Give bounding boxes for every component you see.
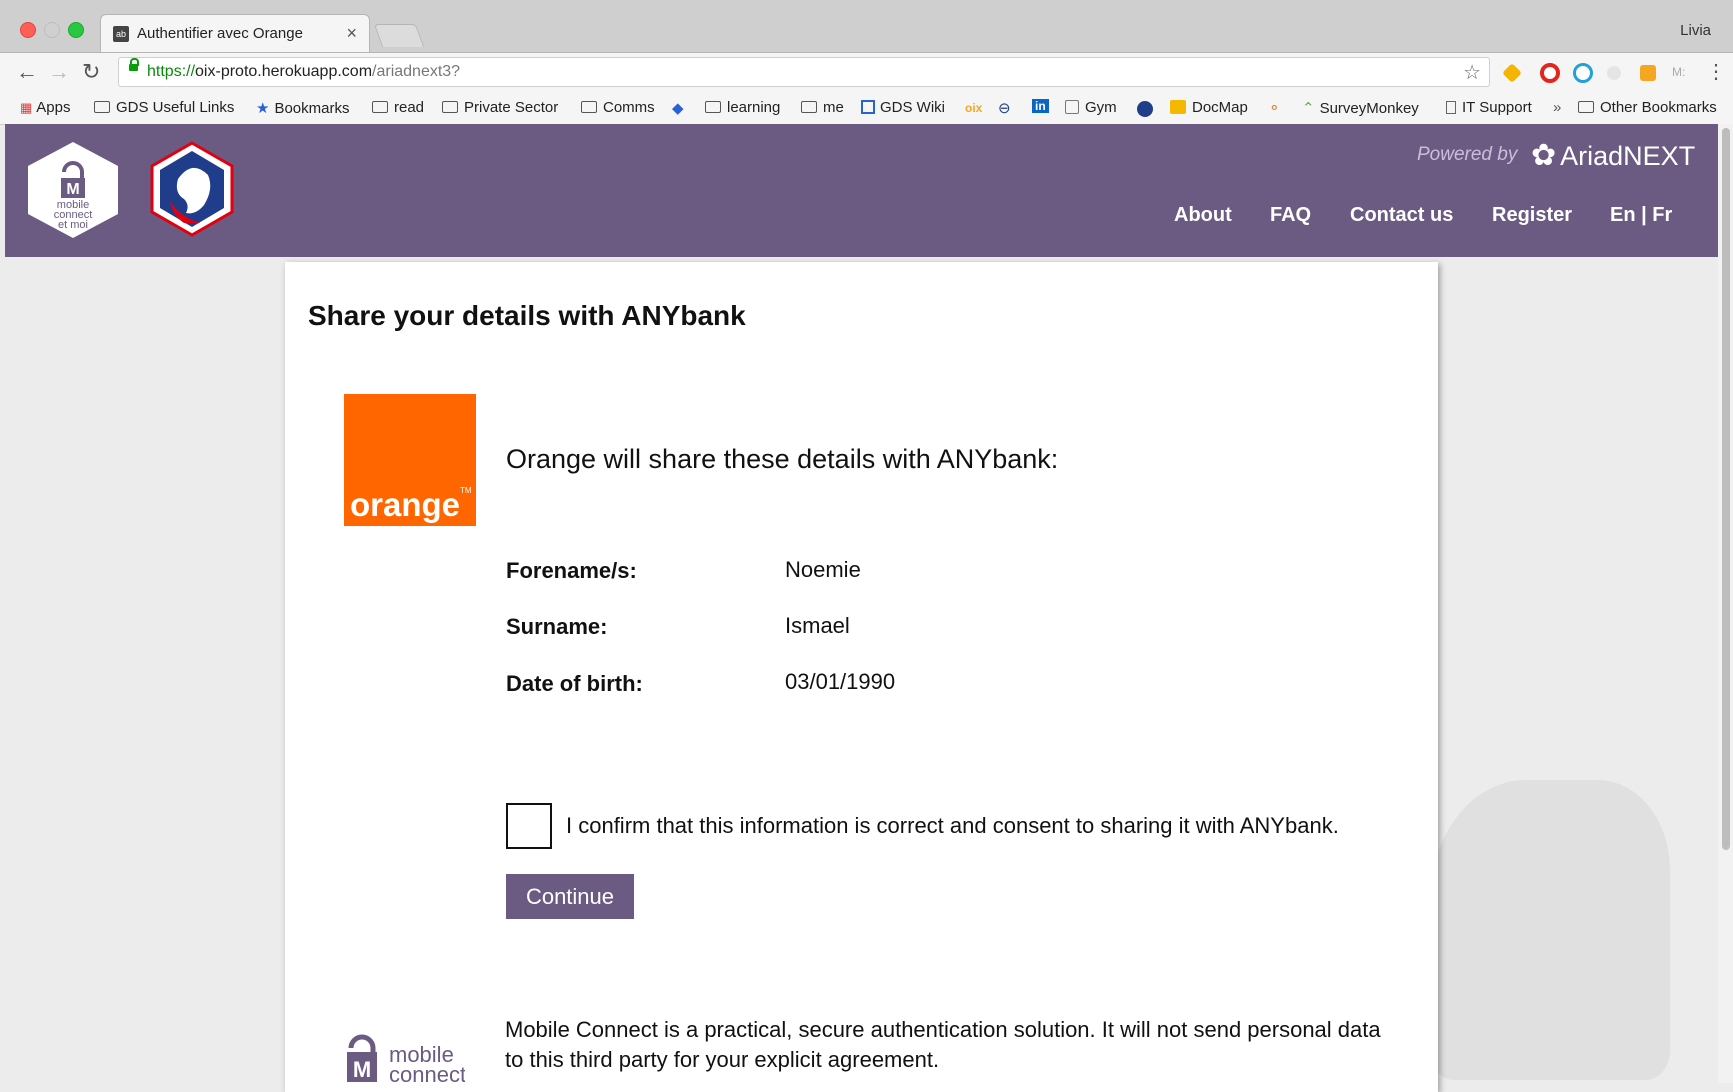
docmap-icon bbox=[1170, 100, 1186, 114]
bookmark-surveymonkey[interactable]: ⌃ SurveyMonkey bbox=[1302, 99, 1419, 117]
folder-icon bbox=[94, 101, 110, 113]
bookmark-read[interactable]: read bbox=[372, 99, 424, 116]
site-header: M mobile connect et moi Powered by ✿ Aria… bbox=[5, 124, 1718, 257]
bookmark-me[interactable]: me bbox=[801, 99, 844, 116]
profile-name[interactable]: Livia bbox=[1680, 22, 1711, 39]
diamond-bookmark-icon[interactable]: ◆ bbox=[672, 99, 684, 117]
minimize-window-button[interactable] bbox=[44, 22, 60, 38]
folder-icon bbox=[372, 101, 388, 113]
dark-circle-bookmark-icon[interactable] bbox=[1137, 101, 1153, 117]
orange-logo: orange TM bbox=[344, 394, 476, 526]
nav-register[interactable]: Register bbox=[1492, 204, 1572, 227]
maximize-window-button[interactable] bbox=[68, 22, 84, 38]
bookmark-star-icon[interactable]: ☆ bbox=[1463, 60, 1481, 85]
orange-extension-icon[interactable] bbox=[1640, 65, 1656, 81]
folder-icon bbox=[442, 101, 458, 113]
wiki-icon bbox=[861, 100, 875, 114]
folder-icon bbox=[705, 101, 721, 113]
dob-label: Date of birth: bbox=[506, 671, 643, 696]
more-bookmarks-icon[interactable]: » bbox=[1553, 99, 1561, 116]
mobile-connect-et-moi-logo[interactable]: M mobile connect et moi bbox=[28, 142, 118, 238]
apps-grid-icon: ▦ bbox=[20, 100, 33, 115]
forename-value: Noemie bbox=[785, 557, 861, 582]
bookmark-other-bookmarks[interactable]: Other Bookmarks bbox=[1578, 99, 1717, 116]
bookmark-docmap[interactable]: DocMap bbox=[1170, 99, 1248, 116]
linkedin-icon[interactable]: in bbox=[1032, 99, 1049, 113]
ariadnext-logo[interactable]: ✿ AriadNEXT bbox=[1531, 138, 1695, 173]
continue-button[interactable]: Continue bbox=[506, 874, 634, 919]
marianne-watermark bbox=[1430, 780, 1670, 1080]
folder-icon bbox=[581, 101, 597, 113]
gym-icon bbox=[1065, 100, 1079, 114]
consent-label[interactable]: I confirm that this information is corre… bbox=[566, 813, 1339, 839]
bookmarks-bar: ▦ Apps GDS Useful Links ★ Bookmarks read P… bbox=[0, 93, 1733, 125]
forward-icon[interactable]: → bbox=[48, 59, 70, 85]
surveymonkey-icon: ⌃ bbox=[1302, 100, 1315, 117]
gray-extension-icon[interactable] bbox=[1607, 66, 1621, 80]
ariadnext-swirl-icon: ✿ bbox=[1531, 139, 1557, 172]
timer-extension-icon[interactable] bbox=[1573, 63, 1593, 83]
page-icon bbox=[1446, 101, 1456, 114]
bookmark-comms[interactable]: Comms bbox=[581, 99, 655, 116]
svg-text:M: M bbox=[66, 181, 79, 198]
new-tab-button[interactable] bbox=[373, 24, 425, 47]
language-switcher[interactable]: En | Fr bbox=[1610, 204, 1672, 227]
browser-toolbar: ← → ↻ https://oix-proto.herokuapp.com/ar… bbox=[0, 53, 1733, 93]
svg-text:M: M bbox=[353, 1057, 371, 1082]
browser-titlebar: ab Authentifier avec Orange × Livia bbox=[0, 0, 1733, 53]
m-extension-icon[interactable]: M: bbox=[1672, 65, 1694, 85]
back-icon[interactable]: ← bbox=[16, 59, 38, 85]
scrollbar-thumb[interactable] bbox=[1722, 128, 1730, 850]
address-bar[interactable]: https://oix-proto.herokuapp.com/ariadnex… bbox=[118, 57, 1490, 87]
bookmark-gym[interactable]: Gym bbox=[1065, 99, 1117, 116]
menu-kebab-icon[interactable]: ⋮ bbox=[1706, 59, 1726, 84]
marianne-hexagon-logo[interactable] bbox=[148, 141, 236, 237]
nav-about[interactable]: About bbox=[1174, 204, 1232, 227]
bookmark-gds-wiki[interactable]: GDS Wiki bbox=[861, 99, 945, 116]
tab-title: Authentifier avec Orange bbox=[137, 25, 303, 42]
opera-extension-icon[interactable] bbox=[1540, 63, 1560, 83]
forename-label: Forename/s: bbox=[506, 558, 637, 583]
bookmark-learning[interactable]: learning bbox=[705, 99, 780, 116]
url-text[interactable]: https://oix-proto.herokuapp.com/ariadnex… bbox=[147, 63, 460, 81]
mobile-connect-description: Mobile Connect is a practical, secure au… bbox=[505, 1017, 1381, 1072]
surname-label: Surname: bbox=[506, 614, 608, 639]
surname-value: Ismael bbox=[785, 613, 850, 638]
reload-icon[interactable]: ↻ bbox=[82, 59, 100, 85]
share-heading: Orange will share these details with ANY… bbox=[506, 444, 1059, 474]
folder-icon bbox=[801, 101, 817, 113]
bookmark-it-support[interactable]: IT Support bbox=[1446, 99, 1532, 116]
tab-favicon-icon: ab bbox=[113, 26, 129, 42]
browser-tab[interactable]: ab Authentifier avec Orange × bbox=[100, 14, 370, 52]
oix-icon[interactable]: oix bbox=[965, 101, 982, 115]
bookmark-apps[interactable]: ▦ Apps bbox=[20, 99, 71, 116]
mobile-connect-logo: M mobile connect bbox=[347, 1034, 465, 1086]
lock-icon bbox=[129, 58, 139, 71]
orange-circle-bookmark-icon[interactable]: ⚬ bbox=[1268, 99, 1281, 117]
consent-card: Share your details with ANYbank orange T… bbox=[285, 262, 1438, 1092]
folder-icon bbox=[1578, 101, 1594, 113]
close-window-button[interactable] bbox=[20, 22, 36, 38]
drive-extension-icon[interactable] bbox=[1502, 63, 1522, 83]
nav-contact-us[interactable]: Contact us bbox=[1350, 204, 1453, 227]
nav-faq[interactable]: FAQ bbox=[1270, 204, 1311, 227]
tab-close-icon[interactable]: × bbox=[346, 23, 357, 44]
dob-value: 03/01/1990 bbox=[785, 669, 896, 694]
bookmark-gds-useful-links[interactable]: GDS Useful Links bbox=[94, 99, 234, 116]
bookmark-private-sector[interactable]: Private Sector bbox=[442, 99, 558, 116]
bookmark-bookmarks[interactable]: ★ Bookmarks bbox=[256, 99, 349, 117]
underground-icon[interactable]: ⊖ bbox=[998, 99, 1011, 117]
page-title: Share your details with ANYbank bbox=[308, 300, 746, 331]
consent-checkbox[interactable] bbox=[506, 803, 552, 849]
star-icon: ★ bbox=[256, 100, 270, 117]
powered-by-text: Powered by bbox=[1417, 144, 1518, 165]
svg-text:connect: connect bbox=[389, 1062, 465, 1086]
